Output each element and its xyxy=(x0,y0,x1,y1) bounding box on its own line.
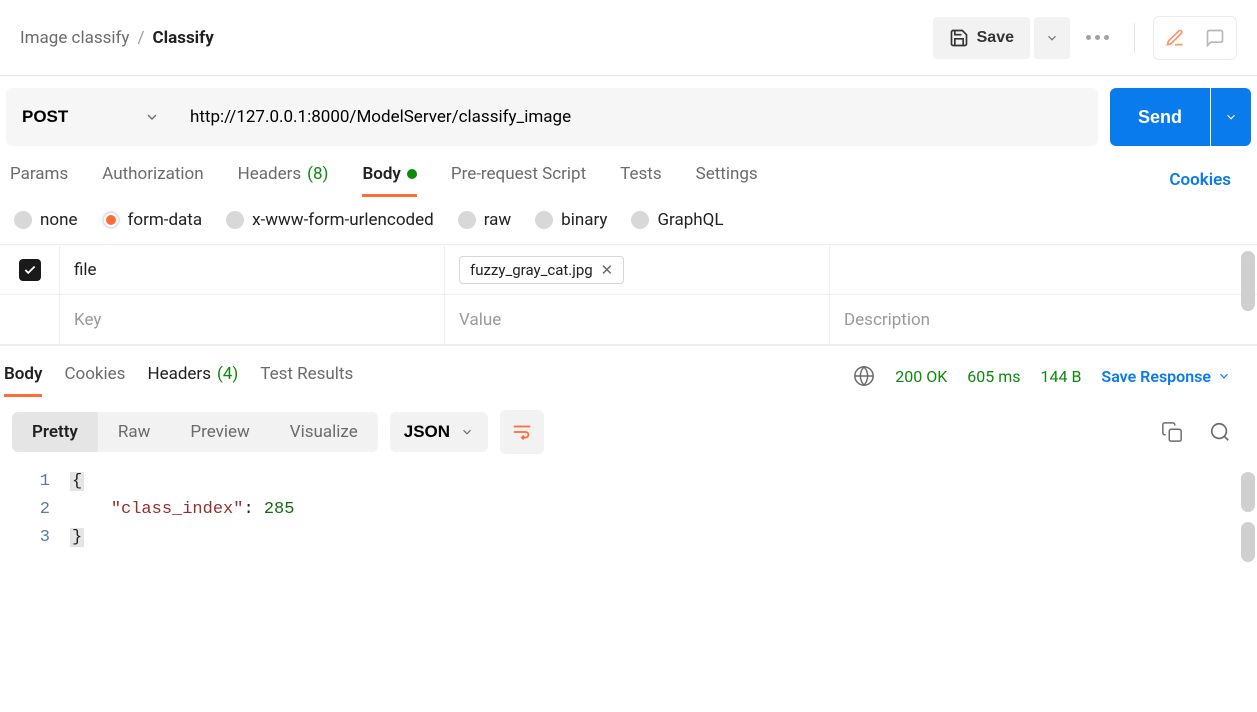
save-response-button[interactable]: Save Response xyxy=(1101,367,1231,386)
value-cell[interactable]: fuzzy_gray_cat.jpg ✕ xyxy=(445,245,830,294)
body-type-binary[interactable]: binary xyxy=(535,210,607,230)
breadcrumb-request[interactable]: Classify xyxy=(153,28,214,48)
radio-icon xyxy=(535,211,553,229)
tab-params[interactable]: Params xyxy=(10,164,68,196)
method-select[interactable]: POST xyxy=(6,88,176,146)
wrap-lines-button[interactable] xyxy=(500,410,544,454)
response-tab-body[interactable]: Body xyxy=(4,356,42,396)
code-line: 3 } xyxy=(0,524,1257,552)
key-placeholder[interactable]: Key xyxy=(60,295,445,344)
pencil-icon xyxy=(1165,28,1185,48)
table-row: file fuzzy_gray_cat.jpg ✕ xyxy=(0,245,1257,295)
tab-settings[interactable]: Settings xyxy=(696,164,758,196)
copy-icon xyxy=(1161,421,1183,443)
body-type-raw[interactable]: raw xyxy=(458,210,511,230)
line-number: 2 xyxy=(0,496,70,524)
body-type-none[interactable]: none xyxy=(14,210,78,230)
tab-prerequest[interactable]: Pre-request Script xyxy=(451,164,586,196)
body-active-dot-icon xyxy=(407,169,417,179)
chevron-down-icon xyxy=(1224,110,1238,124)
more-button[interactable] xyxy=(1078,17,1116,59)
headers-count: (8) xyxy=(307,164,328,184)
view-mode-visualize[interactable]: Visualize xyxy=(270,412,378,452)
format-label: JSON xyxy=(404,422,450,442)
scrollbar-thumb[interactable] xyxy=(1241,472,1255,512)
body-type-form-data[interactable]: form-data xyxy=(102,210,203,230)
chevron-down-icon xyxy=(144,109,160,125)
code-line: 2 "class_index": 285 xyxy=(0,496,1257,524)
breadcrumb-separator: / xyxy=(137,28,144,48)
radio-icon xyxy=(458,211,476,229)
table-row-placeholder: Key Value Description xyxy=(0,295,1257,345)
response-time: 605 ms xyxy=(967,367,1020,386)
tab-body[interactable]: Body xyxy=(362,164,416,196)
more-icon xyxy=(1086,35,1109,40)
url-input[interactable] xyxy=(176,88,1098,146)
radio-icon xyxy=(226,211,244,229)
send-menu-button[interactable] xyxy=(1211,88,1251,146)
wrap-icon xyxy=(511,421,533,443)
chevron-down-icon xyxy=(1217,369,1231,383)
save-menu-button[interactable] xyxy=(1034,17,1070,59)
chevron-down-icon xyxy=(460,425,474,439)
value-placeholder[interactable]: Value xyxy=(445,295,830,344)
network-icon[interactable] xyxy=(853,365,875,387)
radio-selected-icon xyxy=(102,211,120,229)
search-button[interactable] xyxy=(1209,421,1231,443)
radio-icon xyxy=(14,211,32,229)
view-mode-pretty[interactable]: Pretty xyxy=(12,412,98,452)
response-size: 144 B xyxy=(1041,367,1082,386)
response-tab-cookies[interactable]: Cookies xyxy=(64,356,125,396)
key-cell[interactable]: file xyxy=(60,245,445,294)
response-tab-test-results[interactable]: Test Results xyxy=(260,356,353,396)
view-mode-raw[interactable]: Raw xyxy=(98,412,171,452)
line-number: 1 xyxy=(0,468,70,496)
form-data-table: file fuzzy_gray_cat.jpg ✕ Key Value Desc… xyxy=(0,244,1257,345)
view-mode-preview[interactable]: Preview xyxy=(170,412,269,452)
chevron-down-icon xyxy=(1045,31,1059,45)
file-name: fuzzy_gray_cat.jpg xyxy=(470,261,593,279)
copy-button[interactable] xyxy=(1161,421,1183,443)
response-headers-count: (4) xyxy=(217,364,238,384)
cookies-link[interactable]: Cookies xyxy=(1169,170,1231,190)
scrollbar-thumb[interactable] xyxy=(1241,522,1255,562)
remove-file-button[interactable]: ✕ xyxy=(601,261,614,279)
radio-icon xyxy=(631,211,649,229)
comment-icon xyxy=(1205,28,1225,48)
method-label: POST xyxy=(22,107,68,127)
response-tab-headers[interactable]: Headers (4) xyxy=(147,356,238,396)
tab-tests[interactable]: Tests xyxy=(620,164,661,196)
search-icon xyxy=(1209,421,1231,443)
code-line: 1 { xyxy=(0,468,1257,496)
row-checkbox[interactable] xyxy=(19,259,41,281)
breadcrumb-workspace[interactable]: Image classify xyxy=(20,28,129,48)
response-body: 1 { 2 "class_index": 285 3 } xyxy=(0,468,1257,552)
divider xyxy=(1134,23,1135,53)
check-icon xyxy=(23,263,37,277)
body-type-x-www[interactable]: x-www-form-urlencoded xyxy=(226,210,434,230)
description-cell[interactable] xyxy=(830,245,1257,294)
save-icon xyxy=(949,28,969,48)
breadcrumb: Image classify / Classify xyxy=(20,28,214,48)
format-select[interactable]: JSON xyxy=(390,412,488,452)
description-placeholder[interactable]: Description xyxy=(830,295,1257,344)
body-type-graphql[interactable]: GraphQL xyxy=(631,210,723,230)
save-label: Save xyxy=(977,29,1014,47)
tab-authorization[interactable]: Authorization xyxy=(102,164,203,196)
send-button[interactable]: Send xyxy=(1110,88,1210,146)
tab-headers[interactable]: Headers (8) xyxy=(238,164,329,196)
line-number: 3 xyxy=(0,524,70,552)
save-button[interactable]: Save xyxy=(933,17,1030,59)
response-status: 200 OK xyxy=(895,367,947,386)
file-chip: fuzzy_gray_cat.jpg ✕ xyxy=(459,256,624,284)
comment-button[interactable] xyxy=(1197,20,1233,56)
edit-button[interactable] xyxy=(1157,20,1193,56)
